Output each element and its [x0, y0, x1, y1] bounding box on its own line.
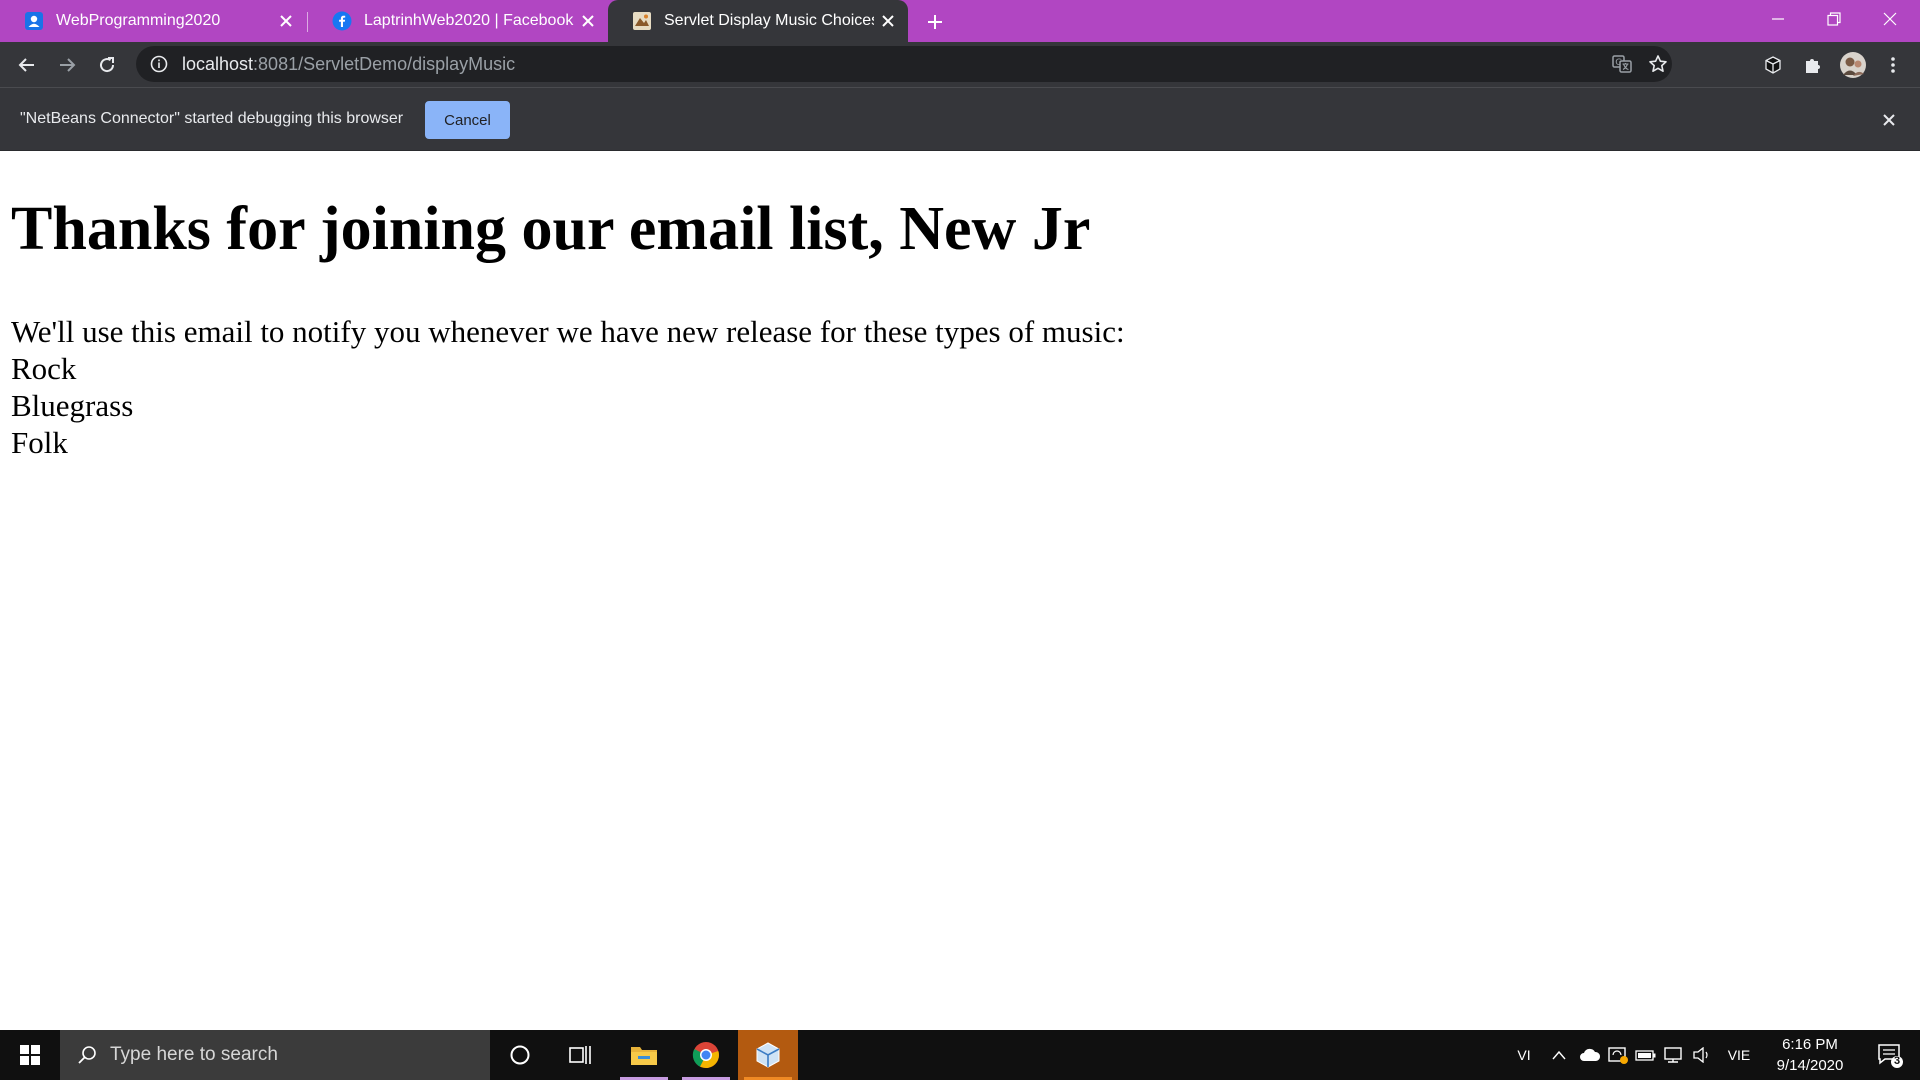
chrome-taskbar-button[interactable]	[676, 1030, 736, 1080]
tab-webprogramming[interactable]: WebProgramming2020	[0, 0, 306, 42]
action-center-button[interactable]: 3	[1865, 1030, 1915, 1080]
tab-facebook[interactable]: LaptrinhWeb2020 | Facebook	[308, 0, 608, 42]
search-icon	[76, 1044, 98, 1066]
page-content: Thanks for joining our email list, New J…	[0, 151, 1920, 1030]
updates-icon[interactable]	[1606, 1030, 1630, 1080]
new-tab-button[interactable]	[919, 6, 951, 38]
close-tab-icon[interactable]	[272, 7, 300, 35]
infobar-message: "NetBeans Connector" started debugging t…	[20, 110, 404, 127]
notification-count: 3	[1893, 1055, 1901, 1067]
file-explorer-button[interactable]	[614, 1030, 674, 1080]
tab-title: Servlet Display Music Choices Ser	[664, 12, 874, 29]
tab-title: LaptrinhWeb2020 | Facebook	[364, 12, 574, 29]
network-icon[interactable]	[1662, 1030, 1686, 1080]
task-view-button[interactable]	[550, 1030, 610, 1080]
clock-time: 6:16 PM	[1782, 1036, 1838, 1053]
bookmark-star-icon[interactable]	[1644, 50, 1672, 78]
tab-servlet-display-music[interactable]: Servlet Display Music Choices Ser	[608, 0, 908, 42]
reload-button[interactable]	[90, 48, 124, 82]
page-icon	[632, 11, 652, 31]
cortana-button[interactable]	[490, 1030, 550, 1080]
close-window-button[interactable]	[1862, 0, 1918, 38]
browser-menu-icon[interactable]	[1876, 48, 1910, 82]
search-placeholder: Type here to search	[110, 1044, 278, 1065]
extensions-puzzle-icon[interactable]	[1796, 48, 1830, 82]
windows-taskbar: Type here to search VI VIE 6:16 PM 9/14/…	[0, 1030, 1920, 1080]
profile-avatar[interactable]	[1836, 48, 1870, 82]
ime-indicator[interactable]: VI	[1512, 1030, 1536, 1080]
page-title: Thanks for joining our email list, New J…	[11, 195, 1091, 263]
address-bar[interactable]: localhost:8081/ServletDemo/displayMusic …	[136, 46, 1672, 82]
battery-icon[interactable]	[1634, 1030, 1658, 1080]
extension-cube-icon[interactable]	[1756, 48, 1790, 82]
translate-icon[interactable]: G	[1608, 50, 1636, 78]
close-tab-icon[interactable]	[874, 7, 902, 35]
music-type-item: Bluegrass	[11, 388, 134, 423]
browser-toolbar: localhost:8081/ServletDemo/displayMusic …	[0, 42, 1920, 87]
people-icon	[24, 11, 44, 31]
show-hidden-icons-icon[interactable]	[1548, 1030, 1570, 1080]
close-tab-icon[interactable]	[574, 7, 602, 35]
music-type-item: Rock	[11, 351, 77, 386]
input-language[interactable]: VIE	[1724, 1030, 1754, 1080]
minimize-window-button[interactable]	[1750, 0, 1806, 38]
cancel-debugging-button[interactable]: Cancel	[425, 101, 510, 139]
browser-tab-strip: WebProgramming2020 LaptrinhWeb2020 | Fac…	[0, 0, 1920, 42]
restore-window-button[interactable]	[1806, 0, 1862, 38]
taskbar-search-box[interactable]: Type here to search	[60, 1030, 490, 1080]
url-host: localhost	[182, 53, 254, 74]
tab-title: WebProgramming2020	[56, 12, 221, 29]
url-path: :8081/ServletDemo/displayMusic	[253, 53, 516, 74]
system-clock[interactable]: 6:16 PM 9/14/2020	[1760, 1034, 1860, 1076]
site-info-icon[interactable]	[148, 53, 170, 75]
netbeans-taskbar-button[interactable]	[738, 1030, 798, 1080]
back-button[interactable]	[10, 48, 44, 82]
page-body: We'll use this email to notify you whene…	[11, 313, 1125, 461]
music-type-item: Folk	[11, 425, 68, 460]
forward-button[interactable]	[50, 48, 84, 82]
close-infobar-icon[interactable]	[1875, 106, 1903, 134]
url-text: localhost:8081/ServletDemo/displayMusic	[182, 54, 515, 75]
facebook-icon	[332, 11, 352, 31]
clock-date: 9/14/2020	[1776, 1057, 1844, 1074]
start-button[interactable]	[0, 1030, 60, 1080]
onedrive-icon[interactable]	[1578, 1030, 1602, 1080]
intro-text: We'll use this email to notify you whene…	[11, 314, 1125, 349]
debugging-infobar: "NetBeans Connector" started debugging t…	[0, 87, 1920, 151]
volume-icon[interactable]	[1690, 1030, 1714, 1080]
